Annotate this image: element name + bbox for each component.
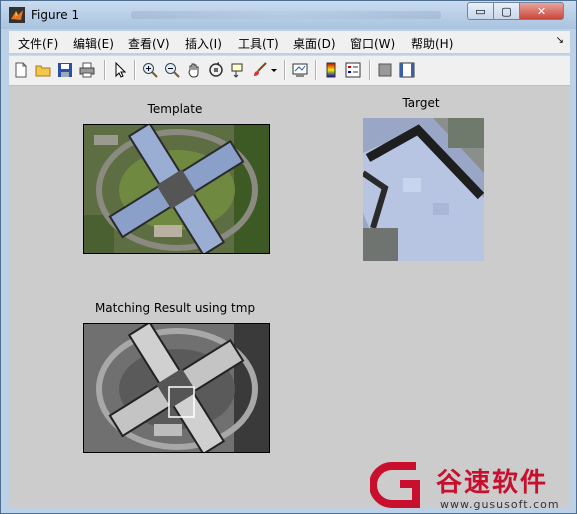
hide-plot-tools-icon[interactable] xyxy=(377,62,393,78)
show-plot-tools-icon[interactable] xyxy=(399,62,415,78)
menu-insert[interactable]: 插入(I) xyxy=(185,35,222,52)
watermark-url: www.gususoft.com xyxy=(440,498,560,511)
menu-view[interactable]: 查看(V) xyxy=(128,35,170,52)
figure-window: Figure 1 ▭ ▢ ✕ 文件(F) 编辑(E) 查看(V) 插入(I) 工… xyxy=(0,0,577,514)
brush-dropdown-icon[interactable] xyxy=(270,62,278,78)
minimize-button[interactable]: ▭ xyxy=(467,2,494,20)
toolbar-separator xyxy=(315,60,317,80)
gusu-logo-icon xyxy=(370,462,420,508)
window-title: Figure 1 xyxy=(31,8,80,22)
save-icon[interactable] xyxy=(57,62,73,78)
toolbar-separator xyxy=(134,60,136,80)
target-pixelated-image xyxy=(363,118,484,261)
menu-help[interactable]: 帮助(H) xyxy=(411,35,453,52)
pan-hand-icon[interactable] xyxy=(186,62,202,78)
axes-title-matching-result: Matching Result using tmp xyxy=(94,301,256,315)
matching-result-image xyxy=(83,323,270,453)
legend-icon[interactable] xyxy=(345,62,361,78)
matching-result-grayscale-image xyxy=(84,324,269,452)
print-icon[interactable] xyxy=(79,62,95,78)
edit-plot-arrow-icon[interactable] xyxy=(112,62,128,78)
blurred-title-background xyxy=(131,11,441,19)
template-image xyxy=(83,124,270,254)
template-aerial-image xyxy=(84,125,269,253)
axes-title-template: Template xyxy=(147,102,203,116)
new-figure-icon[interactable] xyxy=(13,62,29,78)
menu-window[interactable]: 窗口(W) xyxy=(350,35,395,52)
maximize-icon: ▢ xyxy=(501,4,512,18)
menu-edit[interactable]: 编辑(E) xyxy=(73,35,114,52)
zoom-out-icon[interactable] xyxy=(164,62,180,78)
menu-bar: 文件(F) 编辑(E) 查看(V) 插入(I) 工具(T) 桌面(D) 窗口(W… xyxy=(9,31,570,53)
menu-file[interactable]: 文件(F) xyxy=(18,35,58,52)
matlab-logo-icon xyxy=(9,7,25,23)
toolbar-separator xyxy=(284,60,286,80)
link-plot-icon[interactable] xyxy=(292,62,308,78)
watermark-brand: 谷速软件 xyxy=(436,468,549,498)
brush-icon[interactable] xyxy=(252,62,268,78)
zoom-in-icon[interactable] xyxy=(142,62,158,78)
toolbar-separator xyxy=(104,60,106,80)
maximize-button[interactable]: ▢ xyxy=(493,2,520,20)
menubar-overflow-icon[interactable]: ↘ xyxy=(556,35,564,46)
open-file-icon[interactable] xyxy=(35,62,51,78)
close-icon: ✕ xyxy=(536,4,547,18)
figure-toolbar xyxy=(9,55,570,86)
toolbar-separator xyxy=(369,60,371,80)
menu-desktop[interactable]: 桌面(D) xyxy=(293,35,336,52)
minimize-icon: ▭ xyxy=(475,4,486,18)
figure-canvas[interactable]: Template Target Matching Result using tm… xyxy=(9,86,570,507)
axes-title-target: Target xyxy=(402,96,440,110)
menu-tools[interactable]: 工具(T) xyxy=(238,35,279,52)
target-image xyxy=(363,118,484,261)
colorbar-icon[interactable] xyxy=(323,62,339,78)
rotate-3d-icon[interactable] xyxy=(208,62,224,78)
close-button[interactable]: ✕ xyxy=(519,2,564,20)
title-bar[interactable]: Figure 1 ▭ ▢ ✕ xyxy=(1,1,576,29)
data-cursor-icon[interactable] xyxy=(230,62,246,78)
